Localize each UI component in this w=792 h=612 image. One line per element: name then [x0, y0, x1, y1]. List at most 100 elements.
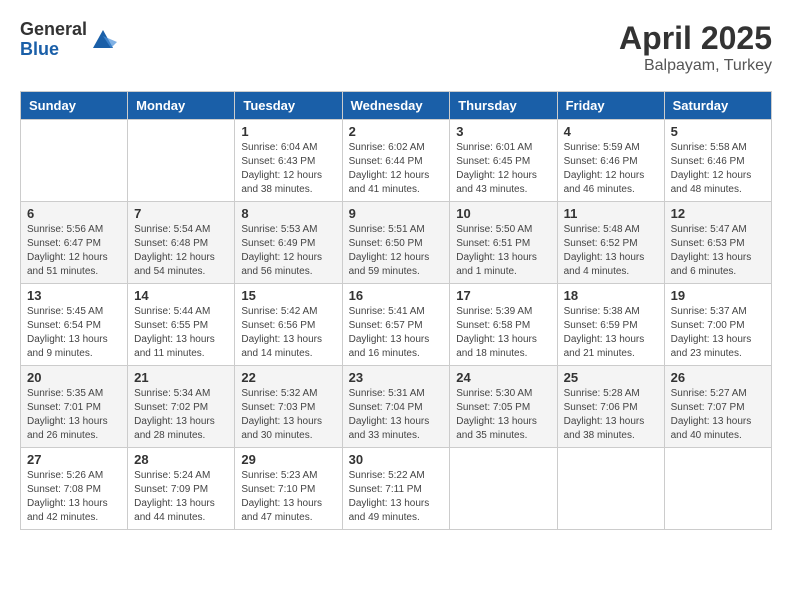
calendar-cell: 21 Sunrise: 5:34 AMSunset: 7:02 PMDayligh… — [128, 366, 235, 448]
calendar-cell — [557, 448, 664, 530]
day-info: Sunrise: 6:01 AMSunset: 6:45 PMDaylight:… — [456, 141, 550, 197]
calendar-cell: 7 Sunrise: 5:54 AMSunset: 6:48 PMDaylight… — [128, 202, 235, 284]
day-number: 30 — [349, 452, 444, 467]
calendar-cell — [664, 448, 771, 530]
day-info: Sunrise: 5:31 AMSunset: 7:04 PMDaylight:… — [349, 387, 444, 443]
day-number: 3 — [456, 124, 550, 139]
day-info: Sunrise: 5:38 AMSunset: 6:59 PMDaylight:… — [564, 305, 658, 361]
calendar-cell: 27 Sunrise: 5:26 AMSunset: 7:08 PMDayligh… — [21, 448, 128, 530]
day-number: 10 — [456, 206, 550, 221]
calendar-week-row: 20 Sunrise: 5:35 AMSunset: 7:01 PMDayligh… — [21, 366, 772, 448]
calendar-cell: 17 Sunrise: 5:39 AMSunset: 6:58 PMDayligh… — [450, 284, 557, 366]
day-number: 5 — [671, 124, 765, 139]
logo-blue: Blue — [20, 40, 87, 60]
weekday-header-row: SundayMondayTuesdayWednesdayThursdayFrid… — [21, 92, 772, 120]
calendar-cell: 26 Sunrise: 5:27 AMSunset: 7:07 PMDayligh… — [664, 366, 771, 448]
day-info: Sunrise: 5:26 AMSunset: 7:08 PMDaylight:… — [27, 469, 121, 525]
calendar-cell: 11 Sunrise: 5:48 AMSunset: 6:52 PMDayligh… — [557, 202, 664, 284]
day-number: 26 — [671, 370, 765, 385]
day-number: 20 — [27, 370, 121, 385]
day-info: Sunrise: 5:42 AMSunset: 6:56 PMDaylight:… — [241, 305, 335, 361]
calendar-cell: 13Sunrise: 5:45 AMSunset: 6:54 PMDayligh… — [21, 284, 128, 366]
day-number: 1 — [241, 124, 335, 139]
day-info: Sunrise: 5:32 AMSunset: 7:03 PMDaylight:… — [241, 387, 335, 443]
day-info: Sunrise: 5:54 AMSunset: 6:48 PMDaylight:… — [134, 223, 228, 279]
weekday-header: Monday — [128, 92, 235, 120]
day-number: 15 — [241, 288, 335, 303]
calendar-cell — [450, 448, 557, 530]
calendar-cell: 20 Sunrise: 5:35 AMSunset: 7:01 PMDayligh… — [21, 366, 128, 448]
day-info: Sunrise: 5:22 AMSunset: 7:11 PMDaylight:… — [349, 469, 444, 525]
calendar-cell: 4Sunrise: 5:59 AMSunset: 6:46 PMDaylight… — [557, 120, 664, 202]
day-info: Sunrise: 5:24 AMSunset: 7:09 PMDaylight:… — [134, 469, 228, 525]
day-number: 23 — [349, 370, 444, 385]
day-info: Sunrise: 5:41 AMSunset: 6:57 PMDaylight:… — [349, 305, 444, 361]
day-info: Sunrise: 5:50 AMSunset: 6:51 PMDaylight:… — [456, 223, 550, 279]
calendar-cell: 24 Sunrise: 5:30 AMSunset: 7:05 PMDayligh… — [450, 366, 557, 448]
logo-text: General Blue — [20, 20, 87, 60]
day-number: 6 — [27, 206, 121, 221]
day-info: Sunrise: 5:30 AMSunset: 7:05 PMDaylight:… — [456, 387, 550, 443]
calendar-cell: 23 Sunrise: 5:31 AMSunset: 7:04 PMDayligh… — [342, 366, 450, 448]
day-number: 11 — [564, 206, 658, 221]
day-number: 18 — [564, 288, 658, 303]
day-number: 2 — [349, 124, 444, 139]
day-info: Sunrise: 5:37 AMSunset: 7:00 PMDaylight:… — [671, 305, 765, 361]
day-info: Sunrise: 5:39 AMSunset: 6:58 PMDaylight:… — [456, 305, 550, 361]
day-number: 12 — [671, 206, 765, 221]
calendar-cell: 1Sunrise: 6:04 AMSunset: 6:43 PMDaylight… — [235, 120, 342, 202]
day-number: 16 — [349, 288, 444, 303]
day-number: 4 — [564, 124, 658, 139]
calendar-cell: 25 Sunrise: 5:28 AMSunset: 7:06 PMDayligh… — [557, 366, 664, 448]
weekday-header: Friday — [557, 92, 664, 120]
calendar-week-row: 13Sunrise: 5:45 AMSunset: 6:54 PMDayligh… — [21, 284, 772, 366]
calendar-cell: 5 Sunrise: 5:58 AMSunset: 6:46 PMDaylight… — [664, 120, 771, 202]
day-info: Sunrise: 5:51 AMSunset: 6:50 PMDaylight:… — [349, 223, 444, 279]
weekday-header: Sunday — [21, 92, 128, 120]
calendar-cell: 29Sunrise: 5:23 AMSunset: 7:10 PMDayligh… — [235, 448, 342, 530]
calendar-cell: 18 Sunrise: 5:38 AMSunset: 6:59 PMDayligh… — [557, 284, 664, 366]
day-info: Sunrise: 5:48 AMSunset: 6:52 PMDaylight:… — [564, 223, 658, 279]
title-block: April 2025 Balpayam, Turkey — [619, 20, 772, 75]
month-title: April 2025 — [619, 20, 772, 57]
calendar-week-row: 1Sunrise: 6:04 AMSunset: 6:43 PMDaylight… — [21, 120, 772, 202]
calendar-cell: 12Sunrise: 5:47 AMSunset: 6:53 PMDayligh… — [664, 202, 771, 284]
day-number: 21 — [134, 370, 228, 385]
weekday-header: Wednesday — [342, 92, 450, 120]
calendar-cell: 10 Sunrise: 5:50 AMSunset: 6:51 PMDayligh… — [450, 202, 557, 284]
day-info: Sunrise: 5:23 AMSunset: 7:10 PMDaylight:… — [241, 469, 335, 525]
calendar-week-row: 27 Sunrise: 5:26 AMSunset: 7:08 PMDayligh… — [21, 448, 772, 530]
calendar-cell — [128, 120, 235, 202]
day-info: Sunrise: 5:34 AMSunset: 7:02 PMDaylight:… — [134, 387, 228, 443]
day-info: Sunrise: 5:56 AMSunset: 6:47 PMDaylight:… — [27, 223, 121, 279]
logo-general: General — [20, 20, 87, 40]
calendar-cell — [21, 120, 128, 202]
day-number: 9 — [349, 206, 444, 221]
calendar-cell: 28 Sunrise: 5:24 AMSunset: 7:09 PMDayligh… — [128, 448, 235, 530]
day-info: Sunrise: 5:58 AMSunset: 6:46 PMDaylight:… — [671, 141, 765, 197]
calendar-cell: 14Sunrise: 5:44 AMSunset: 6:55 PMDayligh… — [128, 284, 235, 366]
day-number: 28 — [134, 452, 228, 467]
calendar-cell: 30 Sunrise: 5:22 AMSunset: 7:11 PMDayligh… — [342, 448, 450, 530]
calendar-cell: 2 Sunrise: 6:02 AMSunset: 6:44 PMDaylight… — [342, 120, 450, 202]
day-number: 24 — [456, 370, 550, 385]
weekday-header: Thursday — [450, 92, 557, 120]
calendar-cell: 3 Sunrise: 6:01 AMSunset: 6:45 PMDaylight… — [450, 120, 557, 202]
day-number: 25 — [564, 370, 658, 385]
calendar-cell: 8Sunrise: 5:53 AMSunset: 6:49 PMDaylight… — [235, 202, 342, 284]
calendar-cell: 9 Sunrise: 5:51 AMSunset: 6:50 PMDaylight… — [342, 202, 450, 284]
page-header: General Blue April 2025 Balpayam, Turkey — [20, 20, 772, 75]
logo-icon — [89, 26, 117, 54]
day-info: Sunrise: 6:02 AMSunset: 6:44 PMDaylight:… — [349, 141, 444, 197]
day-info: Sunrise: 5:35 AMSunset: 7:01 PMDaylight:… — [27, 387, 121, 443]
location: Balpayam, Turkey — [619, 57, 772, 75]
day-info: Sunrise: 5:27 AMSunset: 7:07 PMDaylight:… — [671, 387, 765, 443]
day-number: 7 — [134, 206, 228, 221]
weekday-header: Tuesday — [235, 92, 342, 120]
day-info: Sunrise: 5:28 AMSunset: 7:06 PMDaylight:… — [564, 387, 658, 443]
day-number: 19 — [671, 288, 765, 303]
day-number: 13 — [27, 288, 121, 303]
day-number: 17 — [456, 288, 550, 303]
calendar-cell: 15 Sunrise: 5:42 AMSunset: 6:56 PMDayligh… — [235, 284, 342, 366]
day-number: 27 — [27, 452, 121, 467]
